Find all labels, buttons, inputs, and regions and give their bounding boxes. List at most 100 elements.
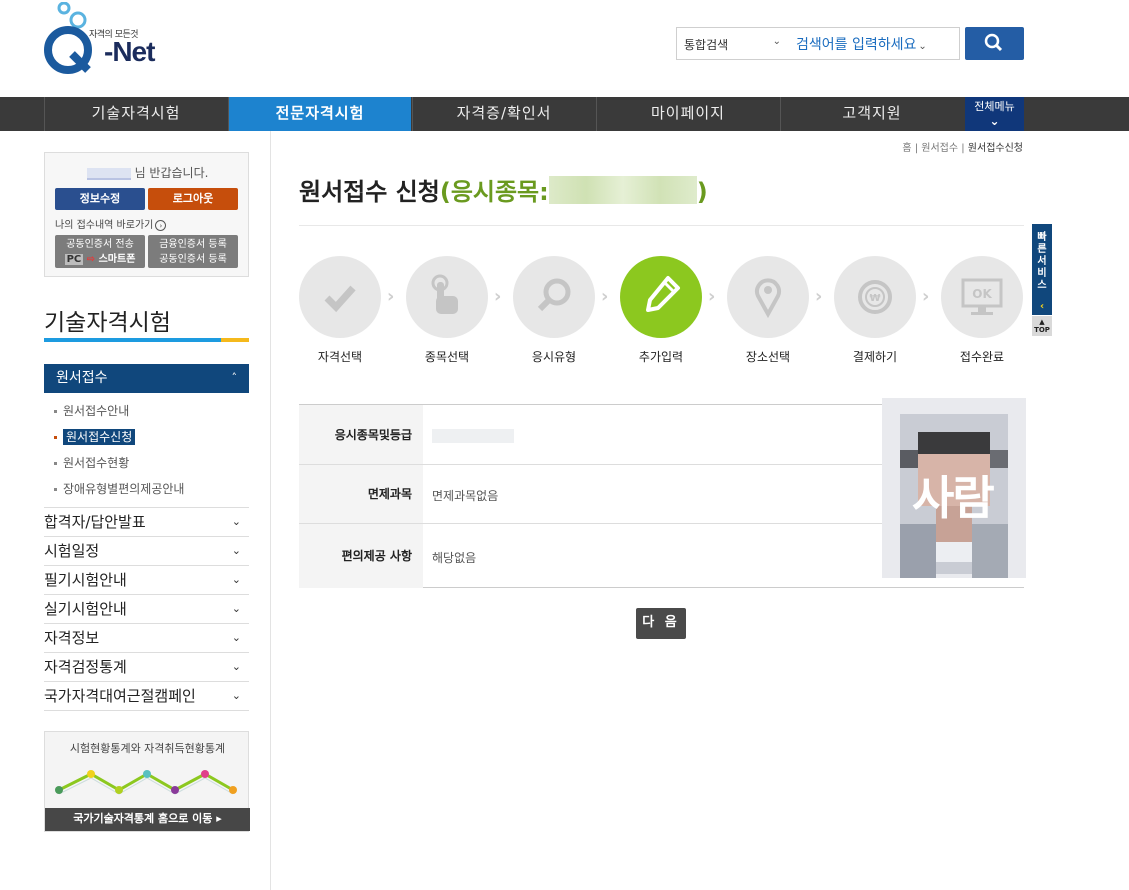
search-scope-select[interactable]: 통합검색 ⌄ xyxy=(677,28,787,59)
svg-text:₩: ₩ xyxy=(869,293,880,304)
gnb-support[interactable]: 고객지원 xyxy=(780,97,963,131)
menu-label: 실기시험안내 xyxy=(44,600,127,618)
step-label: 접수완료 xyxy=(959,350,1005,364)
step-arrow-icon: › xyxy=(494,286,502,307)
menu-label: 시험일정 xyxy=(44,542,100,560)
sidebar-title: 기술자격시험 xyxy=(44,310,171,336)
menu-label: 합격자/답안발표 xyxy=(44,513,146,531)
page-title: 원서접수 신청(응시종목:) xyxy=(299,172,708,207)
magnifier-icon xyxy=(513,256,595,338)
page-subtitle-prefix: (응시종목: xyxy=(439,178,549,206)
breadcrumb: 홈 | 원서접수 | 원서접수신청 xyxy=(902,143,1023,154)
breadcrumb-current: 원서접수신청 xyxy=(967,143,1023,154)
chevron-up-icon: ˄ xyxy=(231,371,238,384)
my-application-link[interactable]: 나의 접수내역 바로가기 › xyxy=(55,216,167,231)
sub-item-label: 원서접수신청 xyxy=(63,429,136,445)
next-button[interactable]: 다 음 xyxy=(636,608,686,639)
chevron-down-icon: ⌄ xyxy=(231,515,241,528)
search-input[interactable]: 검색어를 입력하세요 ⌄ xyxy=(795,28,955,59)
sidebar-menu-info[interactable]: 자격정보 ⌄ xyxy=(44,624,249,653)
step-arrow-icon: › xyxy=(815,286,823,307)
search-placeholder: 검색어를 입력하세요 xyxy=(796,37,917,53)
step-item: 종목선택 xyxy=(406,256,488,365)
sidebar-menu-campaign[interactable]: 국가자격대여근절캠페인 ⌄ xyxy=(44,682,249,711)
step-label: 장소선택 xyxy=(745,350,791,364)
menu-label: 자격검정통계 xyxy=(44,658,127,676)
step-label: 추가입력 xyxy=(638,350,684,364)
step-type: 응시유형 xyxy=(513,256,595,365)
cert-send-button[interactable]: 공동인증서 전송 PC ⇨ 스마트폰 xyxy=(55,235,145,268)
cert-send-label: 공동인증서 전송 xyxy=(66,239,134,250)
cert-register-button[interactable]: 금융인증서 등록 공동인증서 등록 xyxy=(148,235,238,268)
step-arrow-icon: › xyxy=(708,286,716,307)
applicant-photo: 사람 xyxy=(882,398,1026,578)
step-label: 자격선택 xyxy=(317,350,363,364)
play-icon: ▸ xyxy=(216,812,222,825)
chevron-down-icon: ⌄ xyxy=(231,689,241,702)
chevron-down-icon: ⌄ xyxy=(989,114,1000,128)
sidebar-menu-results[interactable]: 합격자/답안발표 ⌄ xyxy=(44,508,249,537)
chevron-left-icon[interactable]: ‹ xyxy=(1032,299,1052,315)
top-label: TOP xyxy=(1034,326,1050,334)
gnb-tech-qualification[interactable]: 기술자격시험 xyxy=(44,97,227,131)
edit-info-button[interactable]: 정보수정 xyxy=(55,188,145,210)
step-qualification: 자격선택 xyxy=(299,256,381,365)
map-pin-icon xyxy=(727,256,809,338)
sidebar-menu-application[interactable]: 원서접수 ˄ xyxy=(44,364,249,393)
quick-service-button[interactable]: 빠른서비스 xyxy=(1032,224,1052,300)
stats-link[interactable]: 국가기술자격통계 홈으로 이동 ▸ xyxy=(45,808,250,831)
sidebar-menu-written[interactable]: 필기시험안내 ⌄ xyxy=(44,566,249,595)
form-label: 면제과목 xyxy=(299,465,423,523)
search-icon xyxy=(984,33,1003,52)
chevron-down-icon: ⌄ xyxy=(231,660,241,673)
search-button[interactable] xyxy=(965,27,1024,60)
title-divider xyxy=(299,225,1024,226)
my-application-link-label: 나의 접수내역 바로가기 xyxy=(55,220,154,231)
menu-label: 자격정보 xyxy=(44,629,100,647)
sub-item-label: 장애유형별편의제공안내 xyxy=(63,482,185,496)
sub-item-apply[interactable]: 원서접수신청 xyxy=(54,428,136,445)
menu-label: 국가자격대여근절캠페인 xyxy=(44,687,196,705)
arrow-right-icon: ⇨ xyxy=(86,254,96,265)
sidebar-menu-stats[interactable]: 자격검정통계 ⌄ xyxy=(44,653,249,682)
chevron-down-icon: ⌄ xyxy=(918,41,927,52)
greeting-text: 님 반갑습니다. xyxy=(134,166,209,180)
form-label: 편의제공 사항 xyxy=(299,524,423,588)
exam-item-redacted xyxy=(548,176,697,204)
logo-name: -Net xyxy=(104,36,155,67)
gnb-professional-qualification[interactable]: 전문자격시험 xyxy=(228,97,411,131)
chevron-right-icon: › xyxy=(155,219,167,231)
gnb-mypage[interactable]: 마이페이지 xyxy=(596,97,779,131)
sub-item-status[interactable]: 원서접수현황 xyxy=(54,454,129,471)
form-value: 해당없음 xyxy=(432,551,477,565)
step-label: 종목선택 xyxy=(424,350,470,364)
page-subtitle-suffix: ) xyxy=(696,178,708,206)
monitor-ok-icon: OK xyxy=(941,256,1023,338)
step-label: 응시유형 xyxy=(531,350,577,364)
quick-service-label: 빠른서비스 xyxy=(1037,232,1047,291)
global-nav: 기술자격시험 전문자격시험 자격증/확인서 마이페이지 고객지원 전체메뉴 ⌄ xyxy=(0,97,1129,131)
breadcrumb-home[interactable]: 홈 xyxy=(902,143,911,154)
chevron-down-icon: ⌄ xyxy=(231,631,241,644)
greeting: 님 반갑습니다. xyxy=(45,164,250,181)
sub-item-disability[interactable]: 장애유형별편의제공안내 xyxy=(54,480,184,497)
sub-item-label: 원서접수안내 xyxy=(63,404,130,418)
breadcrumb-level1[interactable]: 원서접수 xyxy=(921,143,958,154)
top-button[interactable]: ▲ TOP xyxy=(1032,316,1052,336)
step-label: 결제하기 xyxy=(852,350,898,364)
cert-send-sub: PC ⇨ 스마트폰 xyxy=(55,252,145,267)
stats-banner[interactable]: 시험현황통계와 자격취득현황통계 국가기술자격통계 홈으로 이동 ▸ xyxy=(44,731,250,832)
sidebar-menu-schedule[interactable]: 시험일정 ⌄ xyxy=(44,537,249,566)
gnb-certificate[interactable]: 자격증/확인서 xyxy=(412,97,595,131)
sidebar-menu-practical[interactable]: 실기시험안내 ⌄ xyxy=(44,595,249,624)
header: 자격의 모든것 -Net 통합검색 ⌄ 검색어를 입력하세요 ⌄ xyxy=(0,0,1129,97)
page-title-text: 원서접수 신청 xyxy=(299,178,440,206)
all-menu-label: 전체메뉴 xyxy=(974,100,1015,113)
step-location: 장소선택 xyxy=(727,256,809,365)
qnet-logo[interactable]: 자격의 모든것 -Net xyxy=(42,2,172,74)
sub-item-guide[interactable]: 원서접수안내 xyxy=(54,402,129,419)
all-menu-button[interactable]: 전체메뉴 ⌄ xyxy=(965,97,1024,131)
logout-button[interactable]: 로그아웃 xyxy=(148,188,238,210)
chevron-down-icon: ⌄ xyxy=(772,36,781,47)
chevron-down-icon: ⌄ xyxy=(231,573,241,586)
